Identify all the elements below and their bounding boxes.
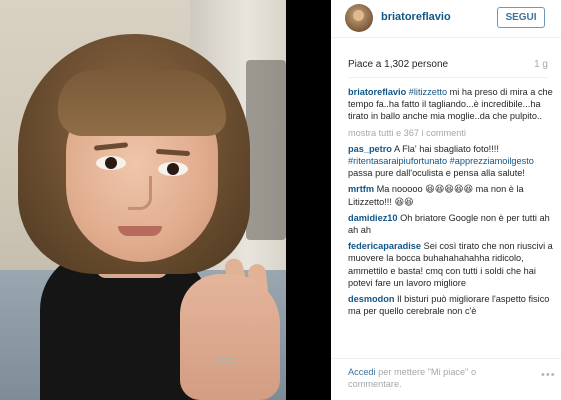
photo-left-eye [96,156,126,170]
login-prompt: Accedi per mettere "Mi piace" o commenta… [348,366,528,390]
comments-list: briatoreflavio #litizzetto mi ha preso d… [348,86,556,356]
photo-background-shadow [246,60,286,240]
comment-item: mrtfm Ma nooooo 😆😆😆😆😆 ma non è la Litizz… [348,183,556,207]
photo-ring [216,358,236,364]
comment-item: federicaparadise Sei così tirato che non… [348,240,556,289]
show-all-comments-link[interactable]: mostra tutti e 367 i commenti [348,127,556,139]
post-footer: Accedi per mettere "Mi piace" o commenta… [331,358,561,400]
comment-username[interactable]: desmodon [348,294,394,304]
laughing-emoji: 😆😆😆😆😆 [425,184,474,195]
instagram-post-frame: briatoreflavio SEGUI Piace a 1,302 perso… [0,0,561,400]
post-sidebar: briatoreflavio SEGUI Piace a 1,302 perso… [331,0,561,400]
laughing-emoji: 😆😆 [394,196,414,207]
photo-bangs [58,70,226,136]
comment-text: Ma nooooo [374,184,426,195]
comment-text: A Fla' hai sbagliato foto!!!! [391,143,499,154]
caption-hashtag[interactable]: #litizzetto [409,87,447,97]
divider [348,77,548,78]
caption-username[interactable]: briatoreflavio [348,87,406,97]
caption: briatoreflavio #litizzetto mi ha preso d… [348,86,556,123]
comment-item: damidiez10 Oh briatore Google non è per … [348,212,556,236]
comment-username[interactable]: mrtfm [348,184,374,194]
comment-hashtags[interactable]: #ritentasaraipiufortunato #apprezziamoil… [348,156,534,166]
comment-username[interactable]: federicaparadise [348,241,421,251]
likes-row: Piace a 1,302 persone 1 g [348,59,548,73]
post-time[interactable]: 1 g [534,59,548,70]
header-username[interactable]: briatoreflavio [381,11,451,23]
ellipsis-icon[interactable]: ••• [541,369,556,381]
photo-right-eye [158,162,188,176]
post-photo[interactable] [0,0,286,400]
photo-mouth [118,226,162,236]
comment-username[interactable]: pas_petro [348,144,392,154]
avatar[interactable] [345,4,373,32]
photo-hand [180,274,280,400]
comment-item: desmodon Il bisturi può migliorare l'asp… [348,293,556,317]
likes-count[interactable]: Piace a 1,302 persone [348,59,448,70]
post-header: briatoreflavio SEGUI [331,0,561,38]
follow-button[interactable]: SEGUI [497,7,545,28]
photo-nose [128,176,152,210]
comment-text: passa pure dall'oculista e pensa alla sa… [348,168,525,179]
login-link[interactable]: Accedi [348,367,376,377]
comment-username[interactable]: damidiez10 [348,213,398,223]
comment-item: pas_petro A Fla' hai sbagliato foto!!!! … [348,143,556,180]
